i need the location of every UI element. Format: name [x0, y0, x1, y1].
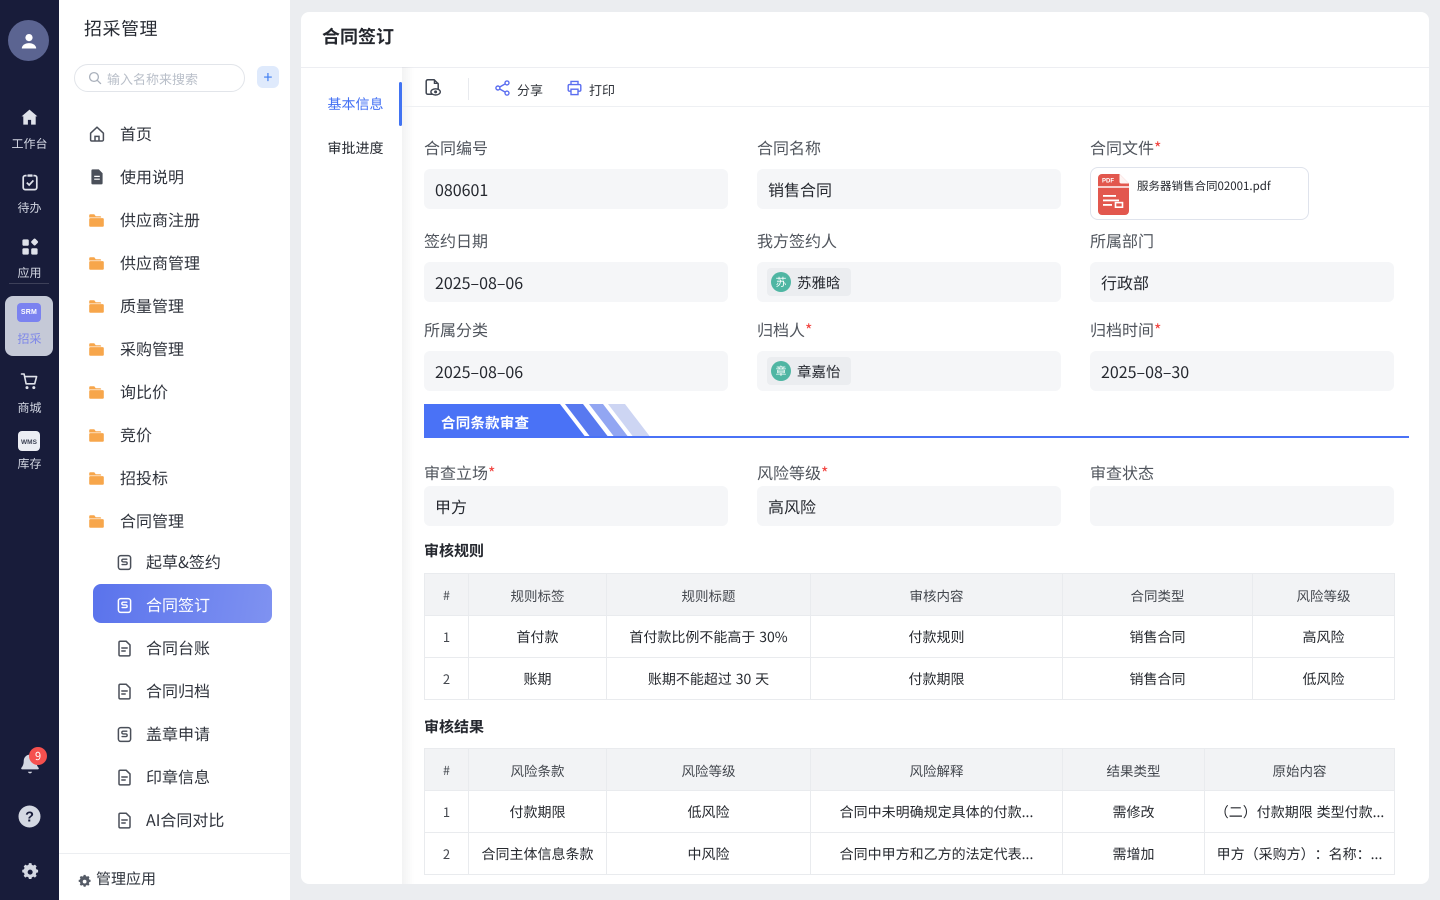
svg-text:PDF: PDF — [1102, 179, 1114, 185]
svg-text:?: ? — [25, 810, 34, 826]
